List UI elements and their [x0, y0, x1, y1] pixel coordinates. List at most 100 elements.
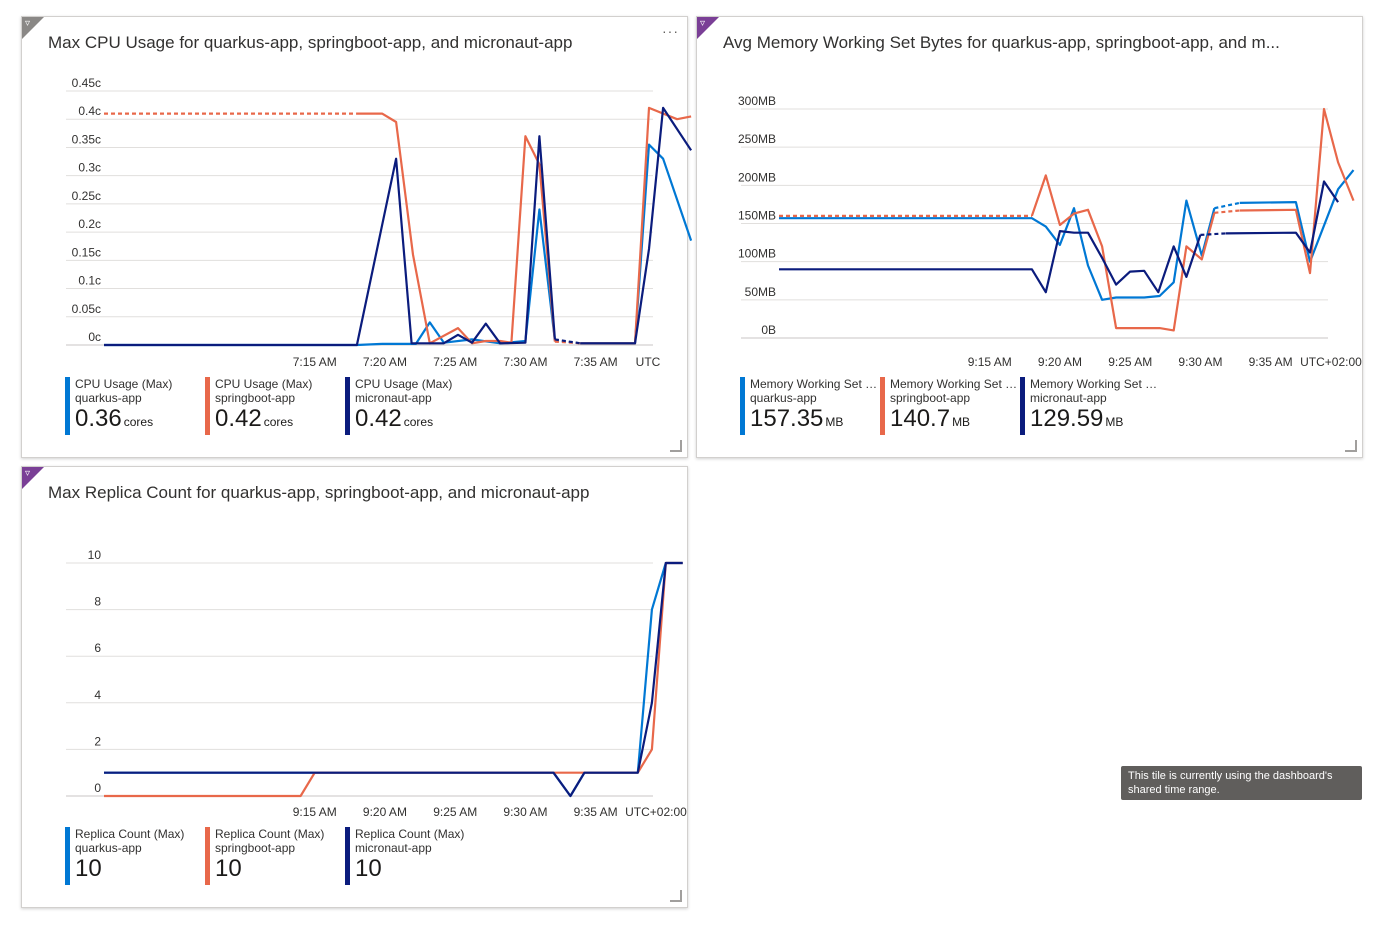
- timezone-label: UTC+02:00: [1300, 355, 1362, 369]
- timezone-label: UTC+02:00: [625, 805, 687, 819]
- legend-number: 10: [355, 855, 382, 882]
- y-tick-label: 0c: [88, 330, 101, 344]
- y-tick-label: 300MB: [738, 94, 776, 108]
- replica-tile[interactable]: ▿ Max Replica Count for quarkus-app, spr…: [21, 466, 688, 908]
- x-tick-label: 9:15 AM: [293, 805, 337, 819]
- legend-unit: MB: [825, 415, 844, 429]
- legend-metric: CPU Usage (Max): [215, 377, 313, 391]
- x-tick-label: 9:15 AM: [968, 355, 1012, 369]
- x-tick-label: 9:20 AM: [363, 805, 407, 819]
- series-line-quarkus-app: [580, 143, 693, 345]
- y-tick-label: 4: [94, 688, 101, 702]
- legend-metric: Replica Count (Max): [75, 827, 185, 841]
- chart-legend: Memory Working Set B... quarkus-app 157.35…: [740, 377, 1160, 437]
- legend-number: 0.42: [355, 405, 402, 432]
- legend-item-quarkus-app[interactable]: Memory Working Set B... quarkus-app 157.35…: [740, 377, 880, 437]
- legend-color-bar: [65, 377, 70, 435]
- legend-unit: cores: [263, 415, 294, 429]
- legend-item-springboot-app[interactable]: Replica Count (Max) springboot-app 10: [205, 827, 345, 887]
- legend-number: 157.35: [750, 405, 824, 432]
- x-tick-label: 7:30 AM: [503, 355, 547, 369]
- series-line-quarkus-app: [104, 561, 683, 798]
- legend-resource: micronaut-app: [355, 391, 432, 405]
- legend-item-micronaut-app[interactable]: CPU Usage (Max) micronaut-app 0.42 cores: [345, 377, 485, 437]
- x-tick-label: 9:25 AM: [433, 805, 477, 819]
- legend-item-springboot-app[interactable]: Memory Working Set B... springboot-app 140…: [880, 377, 1020, 437]
- y-tick-label: 0.05c: [72, 302, 101, 316]
- x-tick-label: 9:35 AM: [574, 805, 618, 819]
- replica-chart: 0 2 4 6 8 10 9:15 AM 9:20 AM 9:25 AM 9:30 AM 9:35 …: [66, 548, 687, 819]
- resize-handle[interactable]: [670, 440, 682, 452]
- legend-value: 129.59 MB: [1030, 405, 1160, 436]
- legend-value: 0.42 cores: [355, 405, 485, 436]
- chart-legend: Replica Count (Max) quarkus-app 10 Replica …: [65, 827, 485, 887]
- cpu-tile[interactable]: ▿ Max CPU Usage for quarkus-app, springb…: [21, 16, 693, 458]
- legend-item-springboot-app[interactable]: CPU Usage (Max) springboot-app 0.42 cores: [205, 377, 345, 437]
- x-tick-label: 9:30 AM: [1178, 355, 1222, 369]
- legend-value: 0.36 cores: [75, 405, 205, 436]
- x-tick-label: 7:15 AM: [293, 355, 337, 369]
- series-line-micronaut-app: [580, 106, 693, 345]
- legend-resource: quarkus-app: [75, 391, 142, 405]
- y-tick-label: 0.35c: [72, 132, 101, 146]
- x-tick-label: 7:25 AM: [433, 355, 477, 369]
- legend-item-quarkus-app[interactable]: Replica Count (Max) quarkus-app 10: [65, 827, 205, 887]
- legend-item-quarkus-app[interactable]: CPU Usage (Max) quarkus-app 0.36 cores: [65, 377, 205, 437]
- legend-color-bar: [880, 377, 885, 435]
- legend-unit: MB: [1105, 415, 1124, 429]
- legend-color-bar: [345, 827, 350, 885]
- series-line-springboot-app: [1214, 209, 1240, 214]
- resize-handle[interactable]: [1345, 440, 1357, 452]
- legend-value: 140.7 MB: [890, 405, 1020, 436]
- y-tick-label: 10: [88, 548, 102, 562]
- legend-unit: MB: [952, 415, 971, 429]
- resize-handle[interactable]: [670, 890, 682, 902]
- legend-metric: CPU Usage (Max): [75, 377, 173, 391]
- legend-value: 10: [355, 855, 485, 886]
- series-line-micronaut-app: [1200, 232, 1226, 236]
- legend-number: 0.36: [75, 405, 122, 432]
- legend-value: 0.42 cores: [215, 405, 345, 436]
- legend-number: 140.7: [890, 405, 951, 432]
- legend-number: 10: [215, 855, 242, 882]
- y-tick-label: 100MB: [738, 247, 776, 261]
- legend-metric: CPU Usage (Max): [355, 377, 453, 391]
- shared-time-range-tooltip: This tile is currently using the dashboa…: [1121, 766, 1362, 800]
- legend-metric: Memory Working Set B...: [1030, 377, 1158, 391]
- series-line-quarkus-app: [1214, 201, 1240, 210]
- legend-color-bar: [65, 827, 70, 885]
- legend-metric: Memory Working Set B...: [890, 377, 1018, 391]
- y-tick-label: 0.15c: [72, 245, 101, 259]
- y-tick-label: 2: [94, 734, 101, 748]
- legend-resource: quarkus-app: [75, 841, 142, 855]
- series-line-springboot-app: [1030, 174, 1216, 332]
- y-tick-label: 0.45c: [72, 76, 101, 90]
- y-tick-label: 200MB: [738, 170, 776, 184]
- series-line-micronaut-app: [104, 135, 556, 347]
- x-tick-label: 9:30 AM: [503, 805, 547, 819]
- series-line-springboot-app: [104, 561, 683, 798]
- series-line-micronaut-app: [104, 561, 683, 798]
- legend-metric: Replica Count (Max): [215, 827, 325, 841]
- legend-color-bar: [1020, 377, 1025, 435]
- legend-metric: Memory Working Set B...: [750, 377, 878, 391]
- legend-color-bar: [205, 827, 210, 885]
- memory-tile[interactable]: ▿ Avg Memory Working Set Bytes for quark…: [696, 16, 1363, 458]
- legend-unit: cores: [123, 415, 154, 429]
- y-tick-label: 0.3c: [78, 161, 101, 175]
- legend-number: 0.42: [215, 405, 262, 432]
- legend-color-bar: [345, 377, 350, 435]
- legend-resource: micronaut-app: [355, 841, 432, 855]
- x-tick-label: 9:20 AM: [1038, 355, 1082, 369]
- series-line-micronaut-app: [1225, 180, 1340, 254]
- y-tick-label: 250MB: [738, 132, 776, 146]
- y-tick-label: 0B: [761, 323, 776, 337]
- legend-resource: springboot-app: [215, 391, 296, 405]
- series-line-springboot-app: [580, 106, 692, 345]
- legend-resource: springboot-app: [215, 841, 296, 855]
- legend-metric: Replica Count (Max): [355, 827, 465, 841]
- memory-chart: 0B 50MB 100MB 150MB 200MB 250MB 300MB 9:15 AM 9:…: [738, 94, 1362, 369]
- legend-item-micronaut-app[interactable]: Replica Count (Max) micronaut-app 10: [345, 827, 485, 887]
- legend-item-micronaut-app[interactable]: Memory Working Set B... micronaut-app 129.…: [1020, 377, 1160, 437]
- legend-resource: quarkus-app: [750, 391, 817, 405]
